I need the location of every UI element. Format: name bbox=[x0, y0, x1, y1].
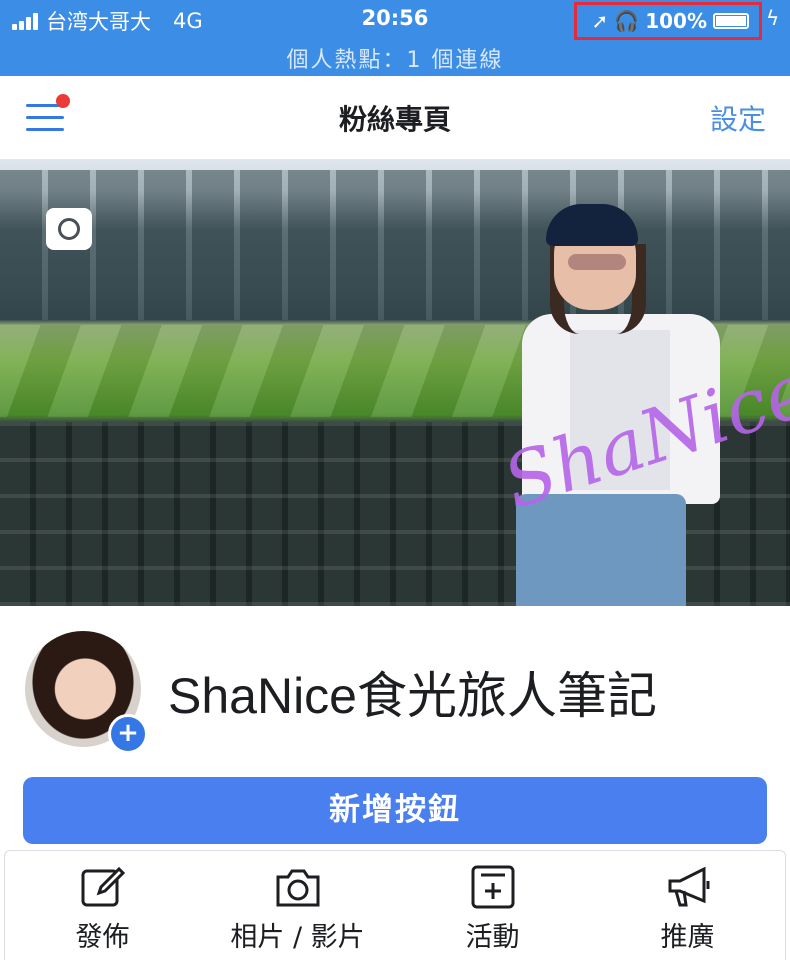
headphones-icon: 🎧 bbox=[614, 9, 640, 33]
add-button[interactable]: 新增按鈕 bbox=[23, 777, 767, 844]
status-bar: 台湾大哥大 4G 20:56 ➚ 🎧 100% ϟ 個人熱點：1 個連線 bbox=[0, 0, 790, 76]
action-photo-video[interactable]: 相片 / 影片 bbox=[200, 851, 395, 960]
action-label: 推廣 bbox=[660, 922, 715, 953]
action-event[interactable]: 活動 bbox=[395, 851, 590, 960]
add-profile-photo-icon[interactable]: + bbox=[108, 714, 148, 754]
action-label: 發佈 bbox=[75, 922, 130, 953]
charging-icon: ϟ bbox=[766, 6, 780, 30]
change-cover-camera-icon[interactable] bbox=[46, 208, 92, 250]
cover-photo[interactable] bbox=[0, 160, 790, 606]
nav-bar: 粉絲專頁 設定 bbox=[0, 76, 790, 160]
location-arrow-icon: ➚ bbox=[591, 9, 609, 33]
page-title: 粉絲專頁 bbox=[338, 103, 451, 136]
action-promote[interactable]: 推廣 bbox=[590, 851, 785, 960]
action-post[interactable]: 發佈 bbox=[5, 851, 200, 960]
hotspot-banner[interactable]: 個人熱點：1 個連線 bbox=[0, 42, 790, 74]
event-icon bbox=[469, 863, 517, 911]
battery-percent: 100% bbox=[645, 9, 707, 33]
action-label: 活動 bbox=[465, 922, 520, 953]
camera-icon bbox=[274, 863, 322, 911]
settings-link[interactable]: 設定 bbox=[710, 98, 766, 138]
megaphone-icon bbox=[664, 863, 712, 911]
status-right-highlight: ➚ 🎧 100% bbox=[574, 2, 762, 40]
action-label: 相片 / 影片 bbox=[230, 922, 365, 953]
page-name: ShaNice食光旅人筆記 bbox=[168, 668, 657, 724]
action-bar: 發佈 相片 / 影片 活動 推廣 bbox=[4, 850, 786, 960]
compose-icon bbox=[79, 863, 127, 911]
battery-icon bbox=[713, 13, 749, 29]
